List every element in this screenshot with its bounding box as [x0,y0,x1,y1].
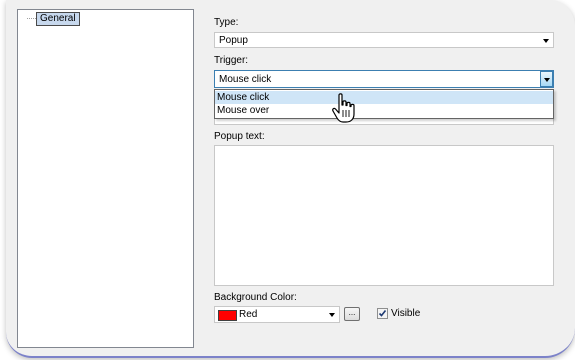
popup-text-label: Popup text: [214,131,265,142]
type-select-value: Popup [219,35,248,46]
chevron-down-icon [544,78,550,82]
chevron-down-icon [543,39,549,43]
background-color-label: Background Color: [214,292,297,303]
trigger-select[interactable]: Mouse click [214,70,554,88]
tree-node-general[interactable]: General [36,12,80,26]
trigger-dropdown-list: Mouse click Mouse over [214,89,554,119]
popup-text-area[interactable] [214,145,554,286]
trigger-label: Trigger: [214,55,249,66]
trigger-dropdown-button[interactable] [540,71,553,87]
dropdown-option-mouse-click[interactable]: Mouse click [215,91,553,104]
background-color-value: Red [239,309,258,320]
visible-checkbox-label: Visible [391,308,421,319]
tree-connector-line [27,18,36,19]
tree-panel: General [17,9,194,348]
checkmark-icon [378,310,387,317]
visible-checkbox[interactable] [377,308,388,319]
chevron-down-icon [329,313,335,317]
dropdown-option-mouse-over[interactable]: Mouse over [215,104,553,117]
type-select[interactable]: Popup [214,32,554,48]
background-color-select[interactable]: Red [214,306,340,323]
color-swatch [218,310,237,321]
trigger-select-value: Mouse click [219,74,272,85]
browse-color-button[interactable]: ... [344,307,360,321]
type-label: Type: [214,17,239,28]
hand-pointer-icon [331,93,357,128]
